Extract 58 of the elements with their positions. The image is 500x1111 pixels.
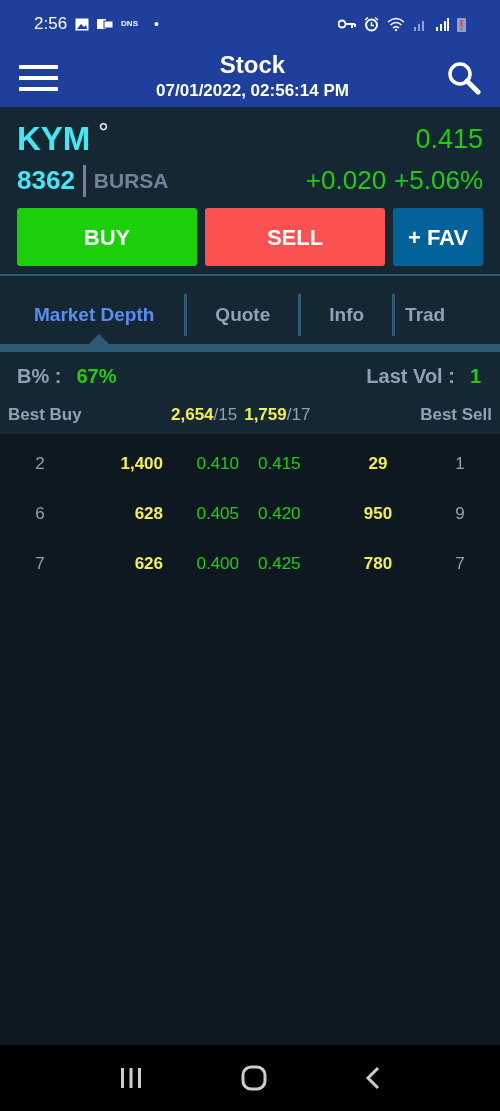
buy-count: 7 [34,553,46,576]
tab[interactable]: Info [301,300,393,330]
wifi-icon [387,17,405,31]
buy-total-volume: 2,654 [171,404,214,427]
mail-icon [97,18,114,30]
exchange-name: BURSA [93,167,169,194]
buy-total-count: /15 [213,404,238,427]
last-volume-label: Last Vol : [366,364,455,389]
tab[interactable]: Quote [187,300,299,330]
buy-volume: 1,400 [119,453,163,476]
screen-title: Stock [219,49,286,80]
symbol-mark: ° [98,119,109,145]
favorite-button[interactable]: + FAV [393,208,483,266]
dns-indicator: DNS [121,18,138,30]
ask-price: 0.415 [258,453,302,476]
ask-price: 0.420 [258,503,302,526]
battery-icon [457,16,466,32]
status-time: 2:56 [34,13,68,36]
recent-apps-icon[interactable] [119,1067,143,1089]
stock-symbol: KYM [17,119,91,159]
buy-percent-label: B% : [17,364,62,389]
notification-dot: • [154,14,159,34]
back-icon[interactable] [365,1066,381,1090]
ask-price: 0.425 [258,553,302,576]
sell-total-volume: 1,759 [244,404,287,427]
bid-price: 0.410 [195,453,239,476]
signal-icon [435,17,449,31]
image-icon [75,17,90,31]
buy-volume: 626 [133,553,163,576]
sell-volume: 29 [367,453,389,476]
last-volume: 1 [469,364,481,389]
bid-price: 0.400 [195,553,239,576]
sell-volume: 780 [362,553,394,576]
menu-icon[interactable] [19,62,58,93]
best-buy-header: Best Buy [8,404,83,427]
buy-volume: 628 [133,503,163,526]
buy-percent: 67% [76,364,117,389]
sell-total-count: /17 [286,404,311,427]
price-change: +0.020 [305,164,387,197]
tab[interactable]: Trad [395,300,446,330]
home-icon[interactable] [241,1065,267,1091]
alarm-icon [364,16,379,32]
buy-count: 6 [34,503,46,526]
sell-count: 7 [454,553,466,576]
date-time: 07/01/2022, 02:56:14 PM [156,79,349,102]
best-sell-header: Best Sell [420,404,492,427]
bid-price: 0.405 [195,503,239,526]
sell-count: 1 [454,453,466,476]
last-price: 0.415 [415,123,483,156]
search-icon[interactable] [447,60,481,95]
sell-count: 9 [454,503,466,526]
sell-button[interactable]: SELL [205,208,385,266]
buy-count: 2 [34,453,46,476]
percent-change: +5.06% [394,164,483,197]
key-icon [338,19,356,29]
tab[interactable]: Market Depth [0,300,185,330]
stock-code: 8362 [17,164,75,197]
sell-volume: 950 [362,503,394,526]
